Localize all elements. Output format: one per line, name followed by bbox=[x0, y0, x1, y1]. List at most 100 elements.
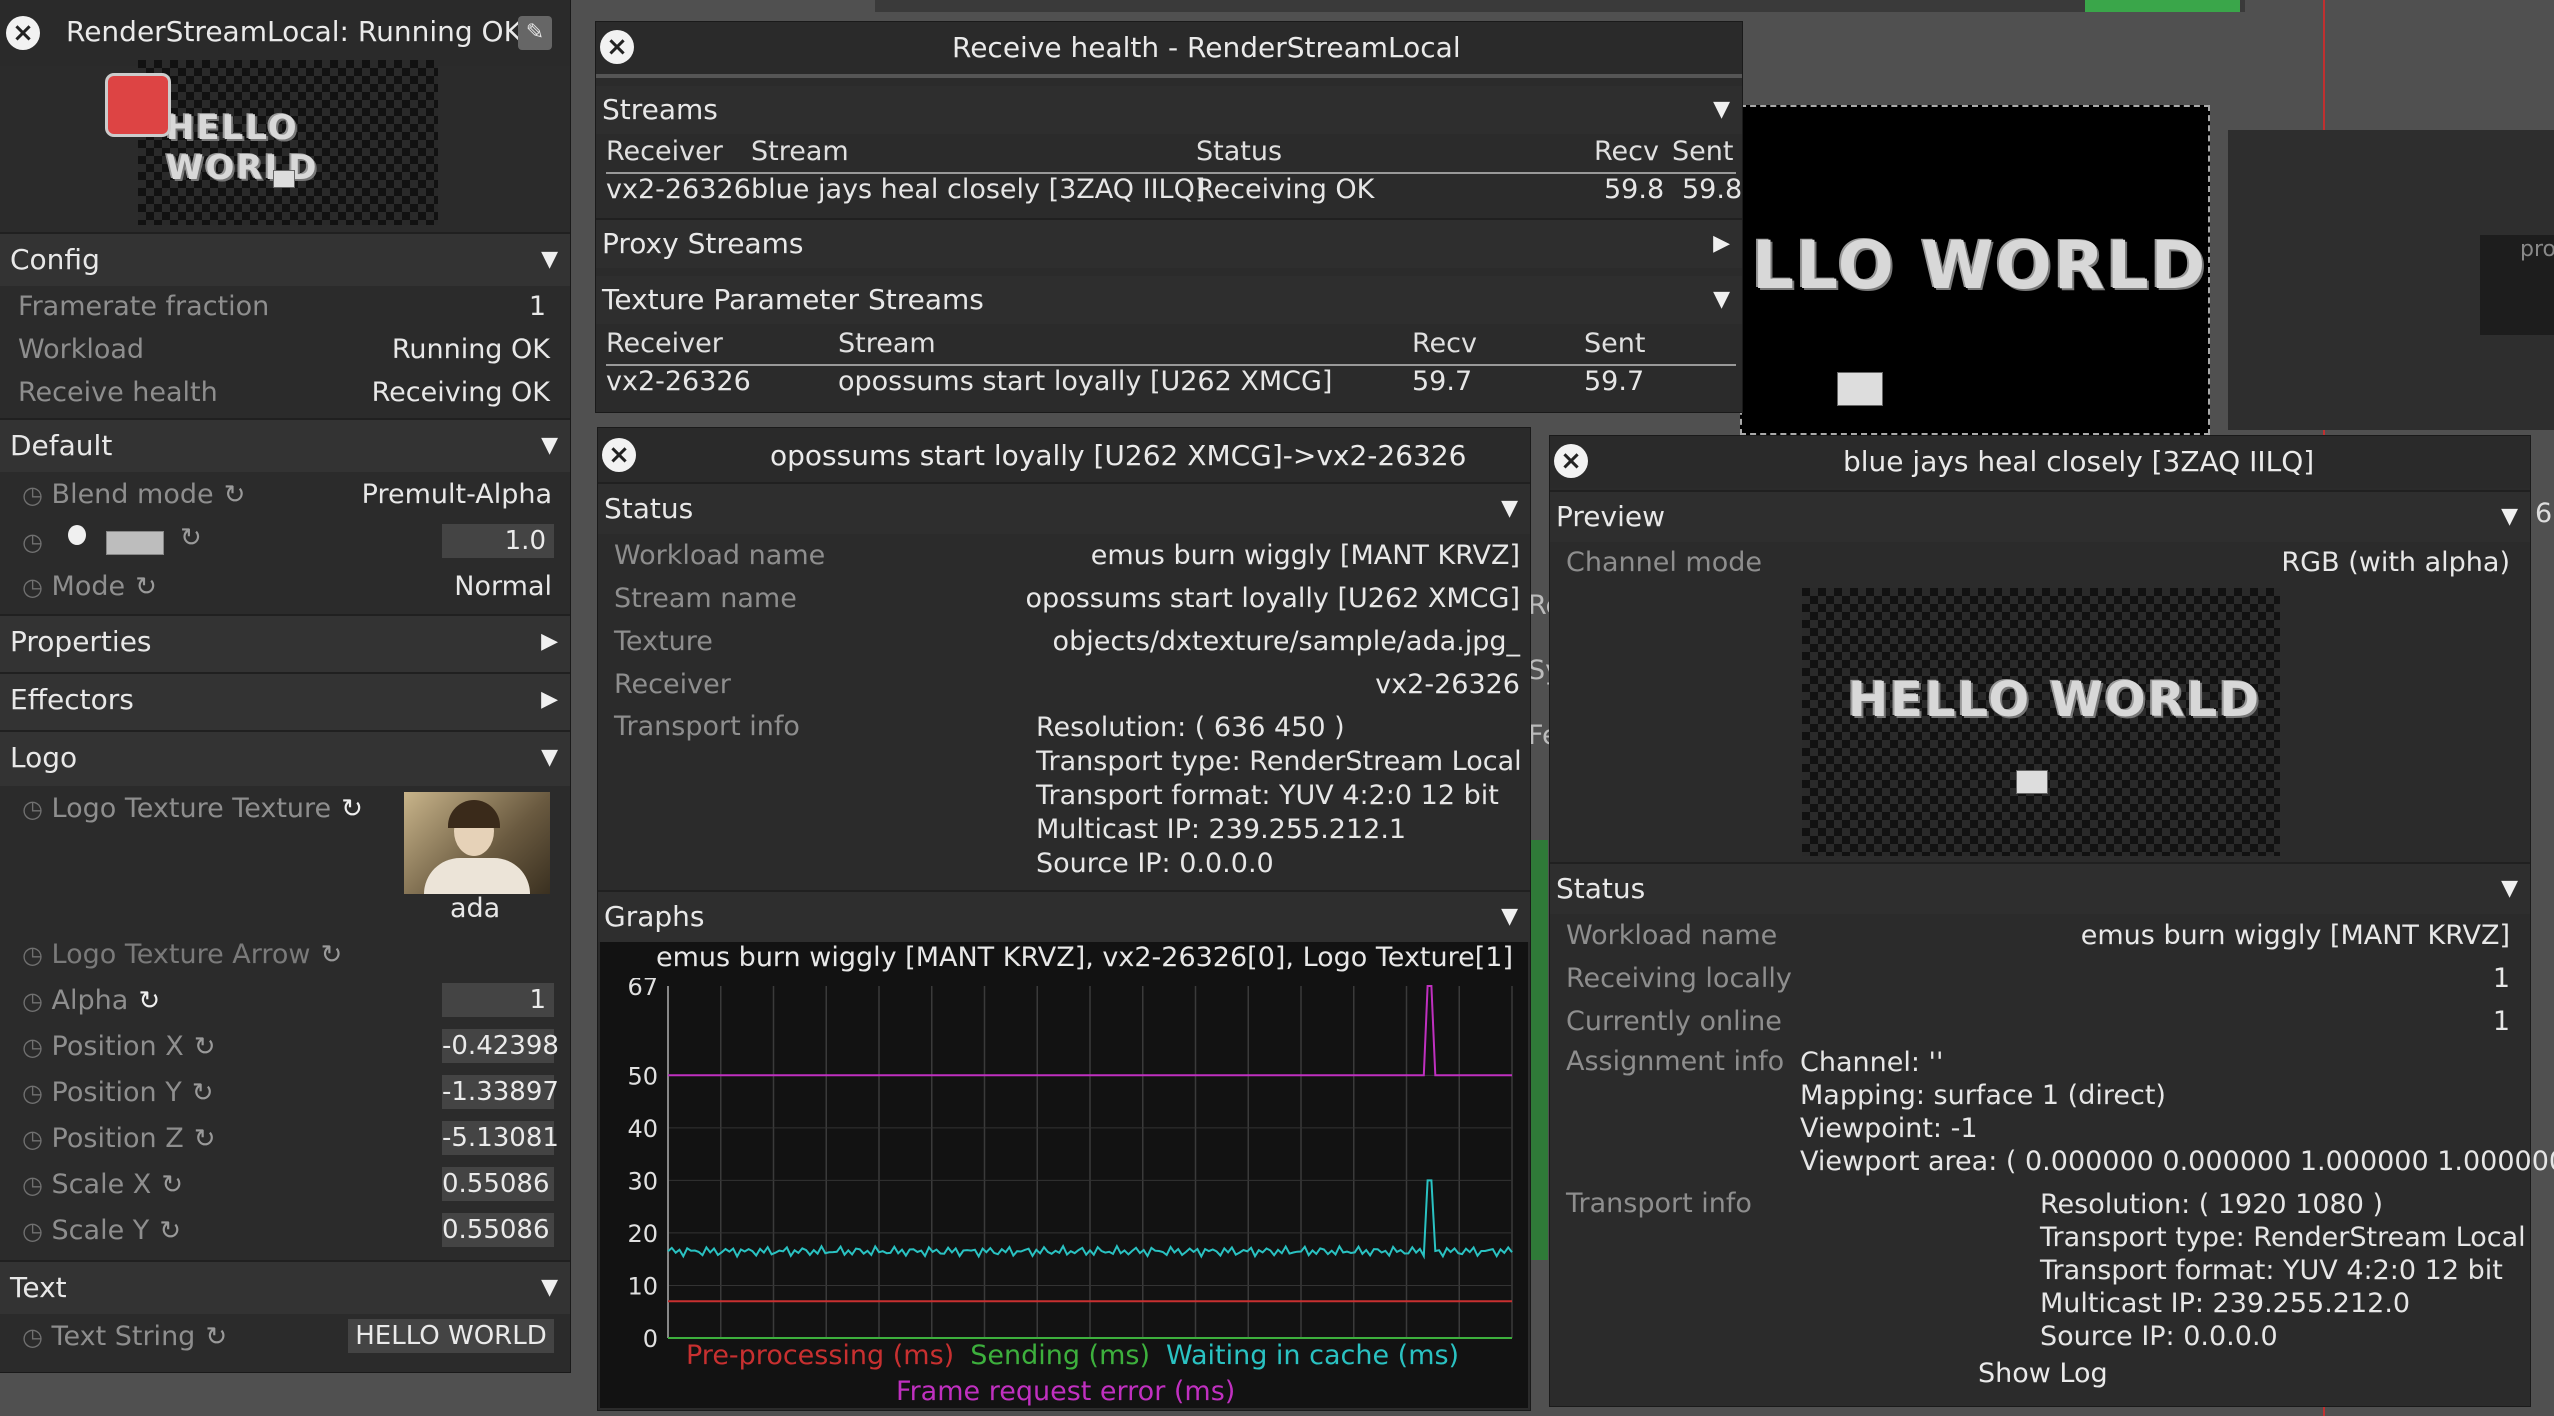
text-string-input[interactable]: HELLO WORLD bbox=[348, 1319, 554, 1353]
status-value: 1 bbox=[2492, 963, 2510, 994]
assignment-line: Channel: '' bbox=[1800, 1047, 1944, 1078]
show-log-button[interactable]: Show Log bbox=[1978, 1358, 2108, 1389]
reset-icon[interactable]: ↻ bbox=[205, 1314, 227, 1360]
assignment-info-label: Assignment info bbox=[1566, 1046, 1785, 1077]
legend-sending: Sending (ms) bbox=[970, 1340, 1150, 1371]
param-input[interactable]: 1 bbox=[442, 983, 554, 1017]
logo-param-row[interactable]: ◷ Position X ↻ -0.42398 bbox=[0, 1024, 570, 1070]
assignment-line: Viewpoint: -1 bbox=[1800, 1113, 1978, 1144]
streams-section-header[interactable]: Streams ▼ bbox=[596, 86, 1742, 134]
config-row[interactable]: Workload Running OK bbox=[0, 327, 570, 373]
y-tick-label: 67 bbox=[627, 978, 658, 1001]
preview-section-label: Preview bbox=[1556, 500, 1665, 533]
right-edge-preview: pro bbox=[2480, 235, 2554, 335]
color-swatch[interactable] bbox=[106, 531, 164, 555]
opacity-row[interactable]: ◷ ↻ 1.0 bbox=[0, 519, 570, 565]
assignment-line: Mapping: surface 1 (direct) bbox=[1800, 1080, 2166, 1111]
reset-icon[interactable]: ↻ bbox=[194, 1116, 216, 1162]
channel-mode-row[interactable]: Channel mode RGB (with alpha) bbox=[1550, 540, 2530, 586]
keyframe-clock-icon: ◷ bbox=[22, 1323, 43, 1351]
chevron-down-icon: ▼ bbox=[541, 433, 558, 458]
config-row[interactable]: Receive health Receiving OK bbox=[0, 370, 570, 416]
reset-icon[interactable]: ↻ bbox=[224, 472, 246, 518]
effectors-section-label: Effectors bbox=[10, 683, 134, 716]
text-section-header[interactable]: Text ▼ bbox=[0, 1260, 570, 1314]
logo-arrow-label: Logo Texture Arrow bbox=[51, 939, 311, 970]
effectors-section-header[interactable]: Effectors ▶ bbox=[0, 672, 570, 730]
cell-sent: 59.8 bbox=[1682, 174, 1743, 205]
logo-arrow-row[interactable]: ◷ Logo Texture Arrow ↻ bbox=[0, 932, 570, 978]
logo-param-row[interactable]: ◷ Position Y ↻ -1.33897 bbox=[0, 1070, 570, 1116]
config-row[interactable]: Framerate fraction 1 bbox=[0, 284, 570, 330]
proxy-streams-label: Proxy Streams bbox=[602, 227, 804, 260]
param-input[interactable]: 0.55086 bbox=[442, 1213, 554, 1247]
transport-line: Source IP: 0.0.0.0 bbox=[2040, 1321, 2278, 1352]
graphs-section-label: Graphs bbox=[604, 900, 705, 933]
y-tick-label: 40 bbox=[627, 1115, 658, 1143]
edit-icon[interactable]: ✎ bbox=[518, 16, 552, 50]
config-section-header[interactable]: Config ▼ bbox=[0, 232, 570, 286]
blend-mode-row[interactable]: ◷ Blend mode ↻ Premult-Alpha bbox=[0, 472, 570, 518]
reset-icon[interactable]: ↻ bbox=[194, 1024, 216, 1070]
header-status: Status bbox=[1196, 136, 1283, 167]
keyframe-clock-icon: ◷ bbox=[22, 1033, 43, 1061]
graph-title: emus burn wiggly [MANT KRVZ], vx2-26326[… bbox=[656, 942, 1513, 973]
blend-mode-value[interactable]: Premult-Alpha bbox=[362, 472, 552, 518]
channel-mode-value[interactable]: RGB (with alpha) bbox=[2281, 540, 2510, 586]
status-key: Texture bbox=[614, 626, 713, 657]
logo-section-header[interactable]: Logo ▼ bbox=[0, 730, 570, 786]
opacity-input[interactable]: 1.0 bbox=[442, 524, 554, 558]
reset-icon[interactable]: ↻ bbox=[321, 932, 343, 978]
param-input[interactable]: -1.33897 bbox=[442, 1075, 559, 1109]
status-row: Workload name emus burn wiggly [MANT KRV… bbox=[598, 534, 1530, 577]
portrait-hair bbox=[448, 800, 500, 828]
reset-icon[interactable]: ↻ bbox=[161, 1162, 183, 1208]
close-icon[interactable]: × bbox=[1554, 444, 1588, 478]
reset-icon[interactable]: ↻ bbox=[159, 1208, 181, 1254]
logo-param-row[interactable]: ◷ Scale X ↻ 0.55086 bbox=[0, 1162, 570, 1208]
status-value: objects/dxtexture/sample/ada.jpg_ bbox=[1052, 626, 1520, 657]
logo-param-row[interactable]: ◷ Position Z ↻ -5.13081 bbox=[0, 1116, 570, 1162]
header-receiver: Receiver bbox=[606, 328, 723, 359]
preview-section-header[interactable]: Preview ▼ bbox=[1550, 490, 2530, 542]
close-icon[interactable]: × bbox=[602, 438, 636, 472]
reset-icon[interactable]: ↻ bbox=[138, 978, 160, 1024]
chevron-down-icon: ▼ bbox=[541, 745, 558, 770]
mode-value[interactable]: Normal bbox=[454, 564, 552, 610]
logo-texture-thumbnail[interactable] bbox=[404, 792, 550, 894]
transport-info-label: Transport info bbox=[614, 711, 800, 742]
reset-icon[interactable]: ↻ bbox=[135, 564, 157, 610]
status-section-header[interactable]: Status ▼ bbox=[598, 482, 1530, 534]
status-key: Currently online bbox=[1566, 1006, 1782, 1037]
transport-line: Transport format: YUV 4:2:0 12 bit bbox=[1036, 780, 1499, 811]
blend-mode-label: Blend mode bbox=[51, 479, 214, 510]
cell-receiver: vx2-26326 bbox=[606, 366, 751, 397]
properties-section-header[interactable]: Properties ▶ bbox=[0, 614, 570, 672]
param-input[interactable]: -0.42398 bbox=[442, 1029, 559, 1063]
graphs-section-header[interactable]: Graphs ▼ bbox=[598, 890, 1530, 942]
param-input[interactable]: 0.55086 bbox=[442, 1167, 554, 1201]
default-section-header[interactable]: Default ▼ bbox=[0, 418, 570, 472]
stream-detail-title: opossums start loyally [U262 XMCG]->vx2-… bbox=[770, 439, 1467, 472]
param-input[interactable]: -5.13081 bbox=[442, 1121, 559, 1155]
close-icon[interactable]: × bbox=[6, 16, 40, 50]
close-icon[interactable]: × bbox=[600, 30, 634, 64]
logo-param-row[interactable]: ◷ Alpha ↻ 1 bbox=[0, 978, 570, 1024]
status-row: Receiver vx2-26326 bbox=[598, 663, 1530, 706]
reset-icon[interactable]: ↻ bbox=[180, 523, 202, 553]
status-value: opossums start loyally [U262 XMCG] bbox=[1025, 583, 1520, 614]
param-label: Position X bbox=[51, 1031, 184, 1062]
mode-row[interactable]: ◷ Mode ↻ Normal bbox=[0, 564, 570, 610]
text-string-row[interactable]: ◷ Text String ↻ HELLO WORLD bbox=[0, 1314, 570, 1360]
status-section-header[interactable]: Status ▼ bbox=[1550, 862, 2530, 914]
logo-param-row[interactable]: ◷ Scale Y ↻ 0.55086 bbox=[0, 1208, 570, 1254]
assignment-info-block: Channel: '' Mapping: surface 1 (direct) … bbox=[1800, 1046, 2554, 1178]
stream-preview-text: HELLO WORLD bbox=[1848, 672, 2262, 728]
texture-param-section-header[interactable]: Texture Parameter Streams ▼ bbox=[596, 276, 1742, 324]
reset-icon[interactable]: ↻ bbox=[341, 786, 363, 832]
proxy-streams-section-header[interactable]: Proxy Streams ▶ bbox=[596, 218, 1742, 268]
table-row[interactable]: vx2-26326 opossums start loyally [U262 X… bbox=[606, 364, 1736, 404]
table-row[interactable]: vx2-26326 blue jays heal closely [3ZAQ I… bbox=[606, 172, 1742, 212]
renderstream-module-icon[interactable] bbox=[108, 76, 168, 134]
reset-icon[interactable]: ↻ bbox=[192, 1070, 214, 1116]
